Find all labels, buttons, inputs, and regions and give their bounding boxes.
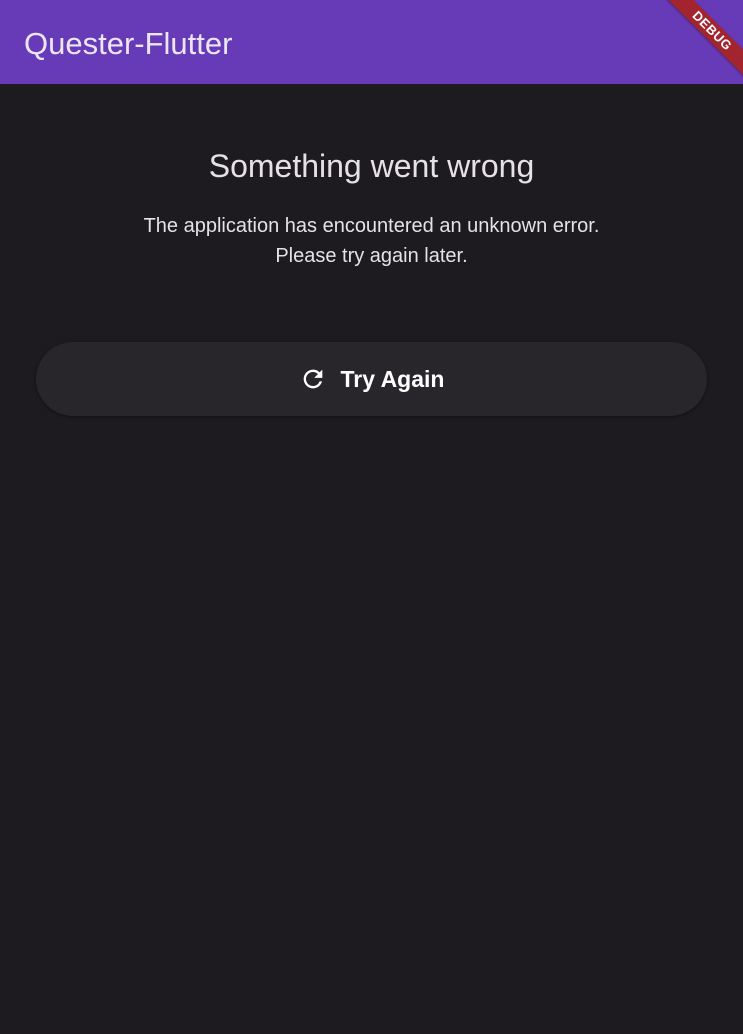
debug-banner-container: DEBUG [643,0,743,84]
error-view: Something went wrong The application has… [0,84,743,1034]
error-message-line-1: The application has encountered an unkno… [143,215,600,237]
debug-banner: DEBUG [659,0,743,84]
error-message: The application has encountered an unkno… [0,211,743,271]
error-title: Something went wrong [208,148,535,184]
try-again-button[interactable]: Try Again [36,342,707,416]
refresh-icon [303,369,322,389]
try-again-label: Try Again [340,366,445,392]
app-title: Quester-Flutter [24,26,233,61]
app-bar: Quester-Flutter DEBUG [0,0,743,84]
error-message-line-2: Please try again later. [275,245,468,267]
